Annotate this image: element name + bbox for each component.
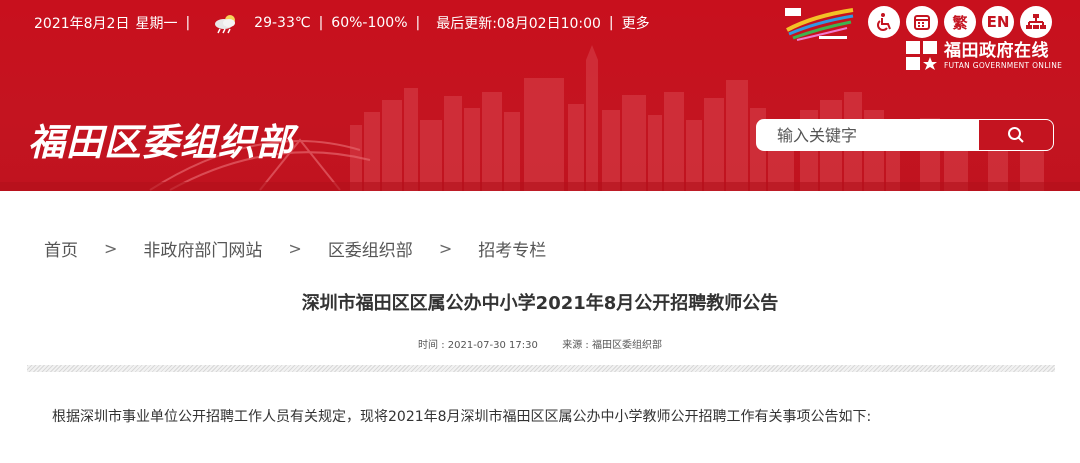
temperature-text: 29-33℃ — [254, 15, 311, 31]
cloud-rain-icon — [215, 15, 236, 34]
info-bar: 2021年8月2日 星期一 | 29-33℃ | 60%-100% | 最后更新… — [34, 12, 650, 34]
site-title: 福田区委组织部 — [28, 121, 294, 164]
search-icon — [1007, 127, 1024, 143]
english-button[interactable]: EN — [982, 6, 1014, 38]
breadcrumb-non-gov-sites[interactable]: 非政府部门网站 — [143, 236, 262, 261]
more-link[interactable]: 更多 — [622, 13, 650, 33]
breadcrumb-recruitment[interactable]: 招考专栏 — [478, 236, 546, 261]
weekday-text: 星期一 — [135, 16, 178, 32]
wheelchair-icon[interactable] — [868, 6, 900, 38]
breadcrumb-separator: > — [438, 239, 453, 258]
gov-logo-mark-icon — [906, 41, 937, 70]
breadcrumb: 首页 > 非政府部门网站 > 区委组织部 > 招考专栏 — [44, 236, 546, 261]
breadcrumb-separator: > — [104, 239, 118, 258]
shenzhen-logo-icon — [785, 8, 854, 41]
article-intro: 根据深圳市事业单位公开招聘工作人员有关规定，现将2021年8月深圳市福田区区属公… — [52, 409, 872, 425]
breadcrumb-home[interactable]: 首页 — [44, 236, 78, 261]
hatched-divider — [27, 365, 1055, 372]
last-updated-text: 最后更新:08月02日10:00 — [436, 16, 601, 32]
gov-logo-en: FUTAN GOVERNMENT ONLINE — [944, 61, 1063, 70]
search-button[interactable] — [978, 120, 1053, 150]
traditional-chinese-button[interactable]: 繁 — [944, 6, 976, 38]
article-meta: 时间 : 2021-07-30 17:30 来源 : 福田区委组织部 — [0, 336, 1080, 351]
humidity-text: 60%-100% — [331, 15, 408, 31]
article-source: 来源 : 福田区委组织部 — [562, 340, 662, 351]
sitemap-icon[interactable] — [1020, 6, 1052, 38]
publish-time: 时间 : 2021-07-30 17:30 — [418, 340, 538, 351]
date-text: 2021年8月2日 — [34, 16, 130, 32]
search-input[interactable] — [757, 120, 979, 150]
breadcrumb-separator: > — [288, 239, 302, 258]
article-title: 深圳市福田区区属公办中小学2021年8月公开招聘教师公告 — [301, 293, 779, 314]
header-banner: 2021年8月2日 星期一 | 29-33℃ | 60%-100% | 最后更新… — [0, 0, 1080, 191]
gov-online-logo[interactable]: 福田政府在线 FUTAN GOVERNMENT ONLINE — [906, 41, 1062, 71]
search-box — [756, 119, 1054, 151]
toolbar-icons: 繁 EN — [868, 6, 1052, 38]
breadcrumb-organization-dept[interactable]: 区委组织部 — [328, 236, 413, 261]
gov-logo-cn: 福田政府在线 — [944, 41, 1049, 61]
calendar-grid-icon[interactable] — [906, 6, 938, 38]
